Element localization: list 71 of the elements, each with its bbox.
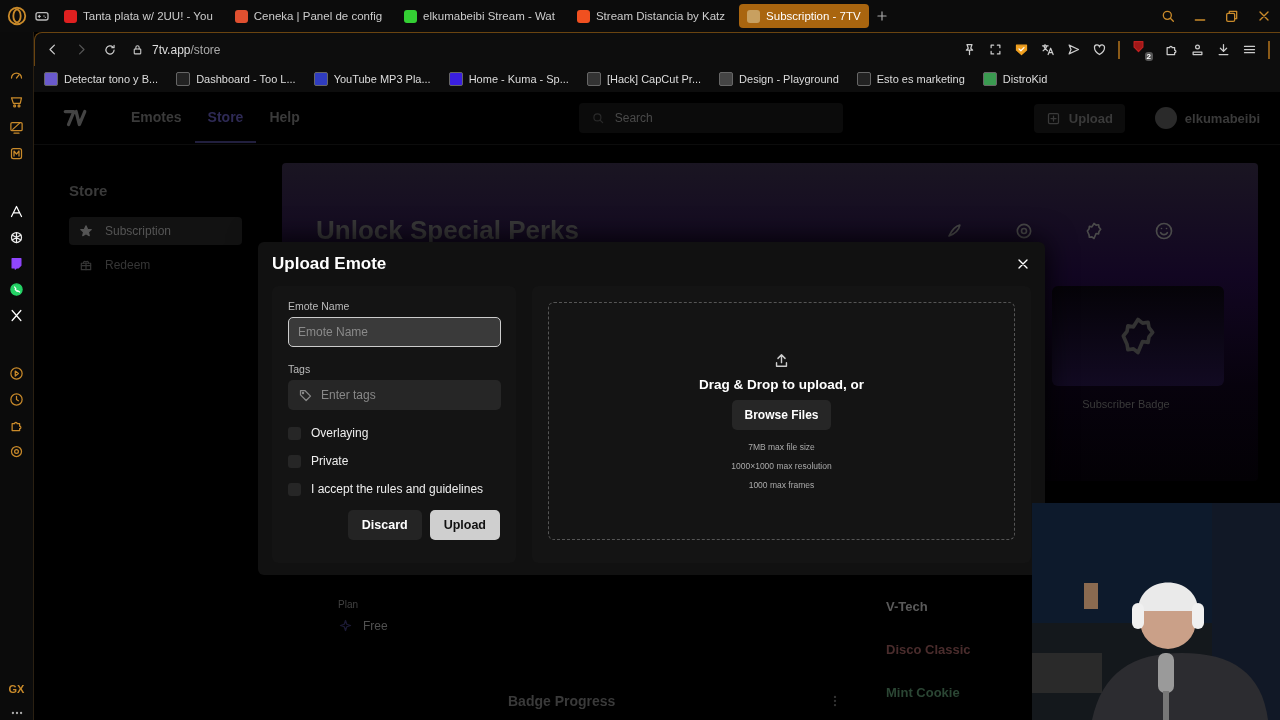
search-icon[interactable]	[1160, 8, 1176, 24]
smiley-icon	[1154, 220, 1174, 241]
shield-icon[interactable]	[1014, 42, 1029, 57]
browse-files-button[interactable]: Browse Files	[732, 399, 831, 430]
reload-icon[interactable]	[103, 42, 117, 57]
browser-tab[interactable]: Subscription - 7TV	[739, 4, 869, 28]
section-heading: Store	[69, 182, 109, 199]
badge-icon	[1084, 220, 1104, 241]
checkbox-label[interactable]: Private	[311, 454, 349, 468]
sparkle-icon	[338, 618, 353, 633]
tag-icon	[298, 387, 313, 403]
tags-field[interactable]: Enter tags	[288, 380, 501, 410]
browser-tab[interactable]: Stream Distancia by Katz	[568, 4, 734, 28]
limit-text: 7MB max file size	[748, 441, 815, 453]
plus-square-icon	[1045, 110, 1061, 126]
new-tab-icon[interactable]	[874, 9, 889, 23]
browser-tab[interactable]: Tanta plata w/ 2UU! - You	[56, 4, 221, 28]
bookmark[interactable]: DistroKid	[982, 72, 1048, 86]
snapshot-icon[interactable]	[988, 42, 1003, 57]
account-icon[interactable]	[1190, 42, 1205, 57]
limit-text: 1000 max frames	[748, 479, 815, 491]
heart-icon[interactable]	[1092, 42, 1107, 57]
notification-badge: 2	[1144, 51, 1153, 61]
drop-prompt: Drag & Drop to upload, or	[699, 376, 864, 392]
plan-label: Plan	[338, 599, 359, 610]
bookmark[interactable]: [Hack] CapCut Pr...	[586, 72, 702, 86]
phone-bubble-icon[interactable]	[9, 282, 24, 297]
address-field[interactable]: 7tv.app/store	[131, 42, 221, 57]
browser-tab[interactable]: Ceneka | Panel de config	[226, 4, 391, 28]
lock-icon	[131, 43, 144, 56]
drop-zone[interactable]: Drag & Drop to upload, or Browse Files 7MB max file size 1000×1000 max resolution 1000 max frames	[548, 302, 1015, 540]
star-icon	[79, 224, 93, 238]
limit-text: 1000×1000 max resolution	[731, 460, 832, 472]
x-logo-icon[interactable]	[9, 308, 24, 323]
translate-icon[interactable]	[1040, 42, 1055, 57]
bookmark[interactable]: Home - Kuma - Sp...	[448, 72, 569, 86]
bookmark[interactable]: Detectar tono y B...	[44, 72, 159, 86]
discard-button[interactable]: Discard	[347, 510, 422, 540]
card-label: Subscriber Badge	[1081, 398, 1171, 410]
search-icon	[590, 111, 605, 125]
m-app-icon[interactable]	[9, 146, 24, 161]
monitor-icon[interactable]	[9, 120, 24, 135]
upload-icon	[773, 351, 790, 369]
bookmark[interactable]: Design - Playground	[719, 72, 839, 86]
checkbox-label[interactable]: I accept the rules and guidelines	[311, 482, 484, 496]
shield-icon	[1131, 38, 1146, 54]
shopping-cart-icon[interactable]	[9, 94, 24, 109]
bookmark[interactable]: YouTube MP3 Pla...	[313, 72, 431, 86]
gift-icon	[79, 258, 93, 272]
browser-tab[interactable]: elkumabeibi Stream - Wat	[396, 4, 563, 28]
chat-bubble-icon[interactable]	[9, 256, 24, 271]
emote-name-field[interactable]: Emote Name	[288, 317, 501, 347]
restore-icon[interactable]	[1224, 8, 1240, 24]
checkbox-label[interactable]: Overlaying	[311, 426, 369, 440]
avatar	[1154, 107, 1177, 129]
gx-label[interactable]: GX	[8, 683, 25, 695]
browser-logo-icon[interactable]	[6, 5, 28, 27]
download-icon[interactable]	[1216, 42, 1231, 57]
upload-button[interactable]: Upload	[429, 510, 500, 540]
extension-button[interactable]: 2	[1131, 38, 1153, 61]
clock-icon[interactable]	[9, 392, 24, 407]
bookmark[interactable]: Dashboard - Too L...	[176, 72, 296, 86]
dialog-title: Upload Emote	[272, 254, 387, 274]
send-icon[interactable]	[1066, 42, 1081, 57]
field-label: Emote Name	[288, 300, 351, 312]
triangle-logo-icon[interactable]	[9, 204, 24, 219]
section-heading: Badge Progress	[508, 693, 616, 709]
plan-value: Free	[363, 618, 388, 633]
bookmark[interactable]: Esto es marketing	[856, 72, 965, 86]
play-icon[interactable]	[9, 366, 24, 381]
field-label: Tags	[288, 363, 312, 375]
